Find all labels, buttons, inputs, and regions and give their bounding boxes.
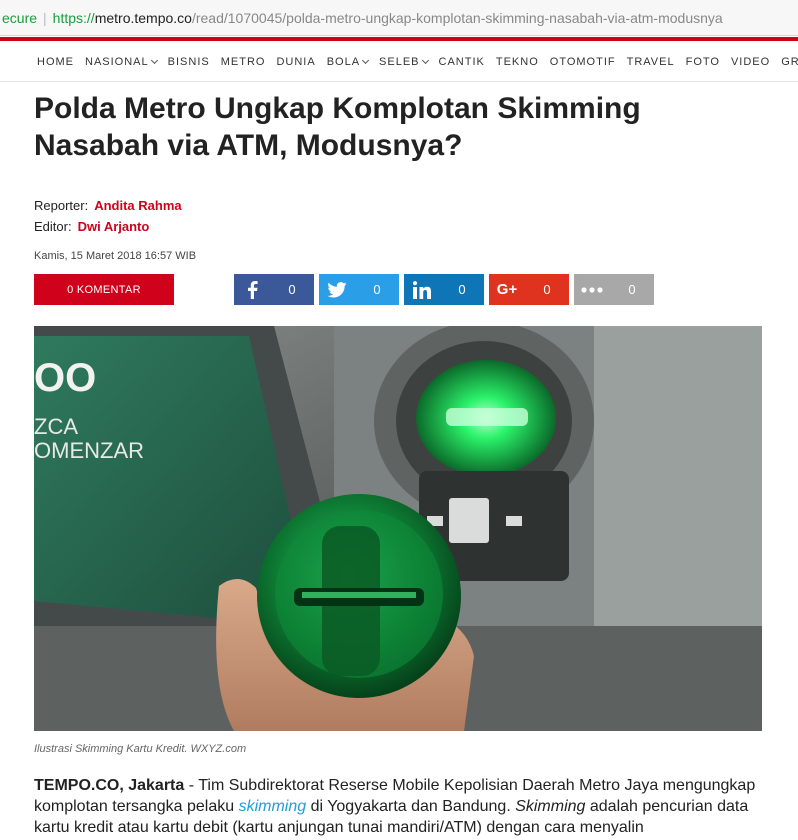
nav-item-label: SELEB <box>379 56 420 68</box>
googleplus-count: 0 <box>543 282 551 297</box>
nav-item-label: BISNIS <box>167 56 210 68</box>
body-part-2: di Yogyakarta dan Bandung. <box>306 798 516 815</box>
linkedin-icon <box>404 274 440 305</box>
nav-item-cantik[interactable]: CANTIK <box>439 56 485 68</box>
more-share-button[interactable]: 0 <box>574 274 654 305</box>
facebook-share-button[interactable]: 0 <box>234 274 314 305</box>
nav-item-nasional[interactable]: NASIONAL <box>85 56 158 68</box>
publish-date: Kamis, 15 Maret 2018 16:57 WIB <box>34 250 197 262</box>
screen-text-2: ZCA <box>34 414 78 439</box>
article-title: Polda Metro Ungkap Komplotan Skimming Na… <box>34 92 641 162</box>
nav-item-label: VIDEO <box>730 56 771 68</box>
facebook-count: 0 <box>288 282 296 297</box>
twitter-icon <box>319 274 355 305</box>
nav-item-label: DUNIA <box>276 56 316 68</box>
nav-item-otomotif[interactable]: OTOMOTIF <box>550 56 616 68</box>
comment-button[interactable]: 0 KOMENTAR <box>34 274 174 305</box>
address-bar[interactable]: ecure | https://metro.tempo.co/read/1070… <box>0 0 798 36</box>
body-italic: Skimming <box>515 798 586 815</box>
nav-item-label: GRAFIS <box>781 56 798 68</box>
screen-text-3: OMENZAR <box>34 438 144 463</box>
nav-item-bisnis[interactable]: BISNIS <box>168 56 210 68</box>
nav-item-grafis[interactable]: GRAFIS <box>781 56 798 68</box>
nav-item-label: NASIONAL <box>85 56 149 68</box>
url-separator: | <box>43 9 47 26</box>
article-photo: OO ZCA OMENZAR <box>34 326 762 731</box>
nav-item-label: TRAVEL <box>626 56 675 68</box>
twitter-count: 0 <box>373 282 381 297</box>
linkedin-count: 0 <box>458 282 466 297</box>
dateline: TEMPO.CO, Jakarta <box>34 777 185 794</box>
reporter-name[interactable]: Andita Rahma <box>94 198 181 213</box>
nav-item-label: METRO <box>220 56 266 68</box>
editor-label: Editor: <box>34 219 72 234</box>
nav-item-label: BOLA <box>326 56 361 68</box>
article-body: TEMPO.CO, Jakarta - Tim Subdirektorat Re… <box>34 775 774 838</box>
more-dots-icon <box>574 274 610 305</box>
url-protocol: https:// <box>52 9 95 26</box>
nav-item-label: FOTO <box>685 56 720 68</box>
screen-text-1: OO <box>34 356 96 400</box>
nav-item-label: TEKNO <box>495 56 539 68</box>
nav-item-label: OTOMOTIF <box>549 56 616 68</box>
facebook-icon <box>234 274 270 305</box>
photo-caption: Ilustrasi Skimming Kartu Kredit. WXYZ.co… <box>34 743 247 755</box>
googleplus-icon: G+ <box>496 281 518 298</box>
url-path: /read/1070045/polda-metro-ungkap-komplot… <box>191 9 723 26</box>
chevron-down-icon <box>421 56 429 65</box>
reporter-label: Reporter: <box>34 198 89 213</box>
skimming-link[interactable]: skimming <box>239 798 307 815</box>
nav-item-tekno[interactable]: TEKNO <box>496 56 539 68</box>
more-count: 0 <box>628 282 636 297</box>
nav-item-label: HOME <box>37 56 74 68</box>
main-nav: HOME NASIONAL BISNIS METRO DUNIA BOLA SELEB CAN… <box>0 42 798 82</box>
googleplus-share-button[interactable]: G+ 0 <box>489 274 569 305</box>
brand-strip <box>0 37 798 41</box>
editor-line: Editor: Dwi Arjanto <box>34 219 149 234</box>
nav-item-dunia[interactable]: DUNIA <box>276 56 315 68</box>
url-text[interactable]: https://metro.tempo.co/read/1070045/pold… <box>53 10 723 26</box>
nav-item-home[interactable]: HOME <box>37 56 74 68</box>
nav-item-metro[interactable]: METRO <box>221 56 266 68</box>
linkedin-share-button[interactable]: 0 <box>404 274 484 305</box>
nav-item-seleb[interactable]: SELEB <box>379 56 429 68</box>
nav-item-label: CANTIK <box>438 56 485 68</box>
nav-item-video[interactable]: VIDEO <box>731 56 770 68</box>
chevron-down-icon <box>150 56 158 65</box>
chevron-down-icon <box>362 56 370 65</box>
url-host: metro.tempo.co <box>94 9 192 26</box>
reporter-line: Reporter: Andita Rahma <box>34 198 182 213</box>
nav-list: HOME NASIONAL BISNIS METRO DUNIA BOLA SELEB CAN… <box>0 42 798 82</box>
twitter-share-button[interactable]: 0 <box>319 274 399 305</box>
nav-item-travel[interactable]: TRAVEL <box>627 56 675 68</box>
atm-skimmer-illustration: OO ZCA OMENZAR <box>34 326 762 731</box>
nav-item-foto[interactable]: FOTO <box>686 56 720 68</box>
secure-label: ecure <box>2 9 38 26</box>
nav-item-bola[interactable]: BOLA <box>326 56 370 68</box>
editor-name[interactable]: Dwi Arjanto <box>78 219 150 234</box>
